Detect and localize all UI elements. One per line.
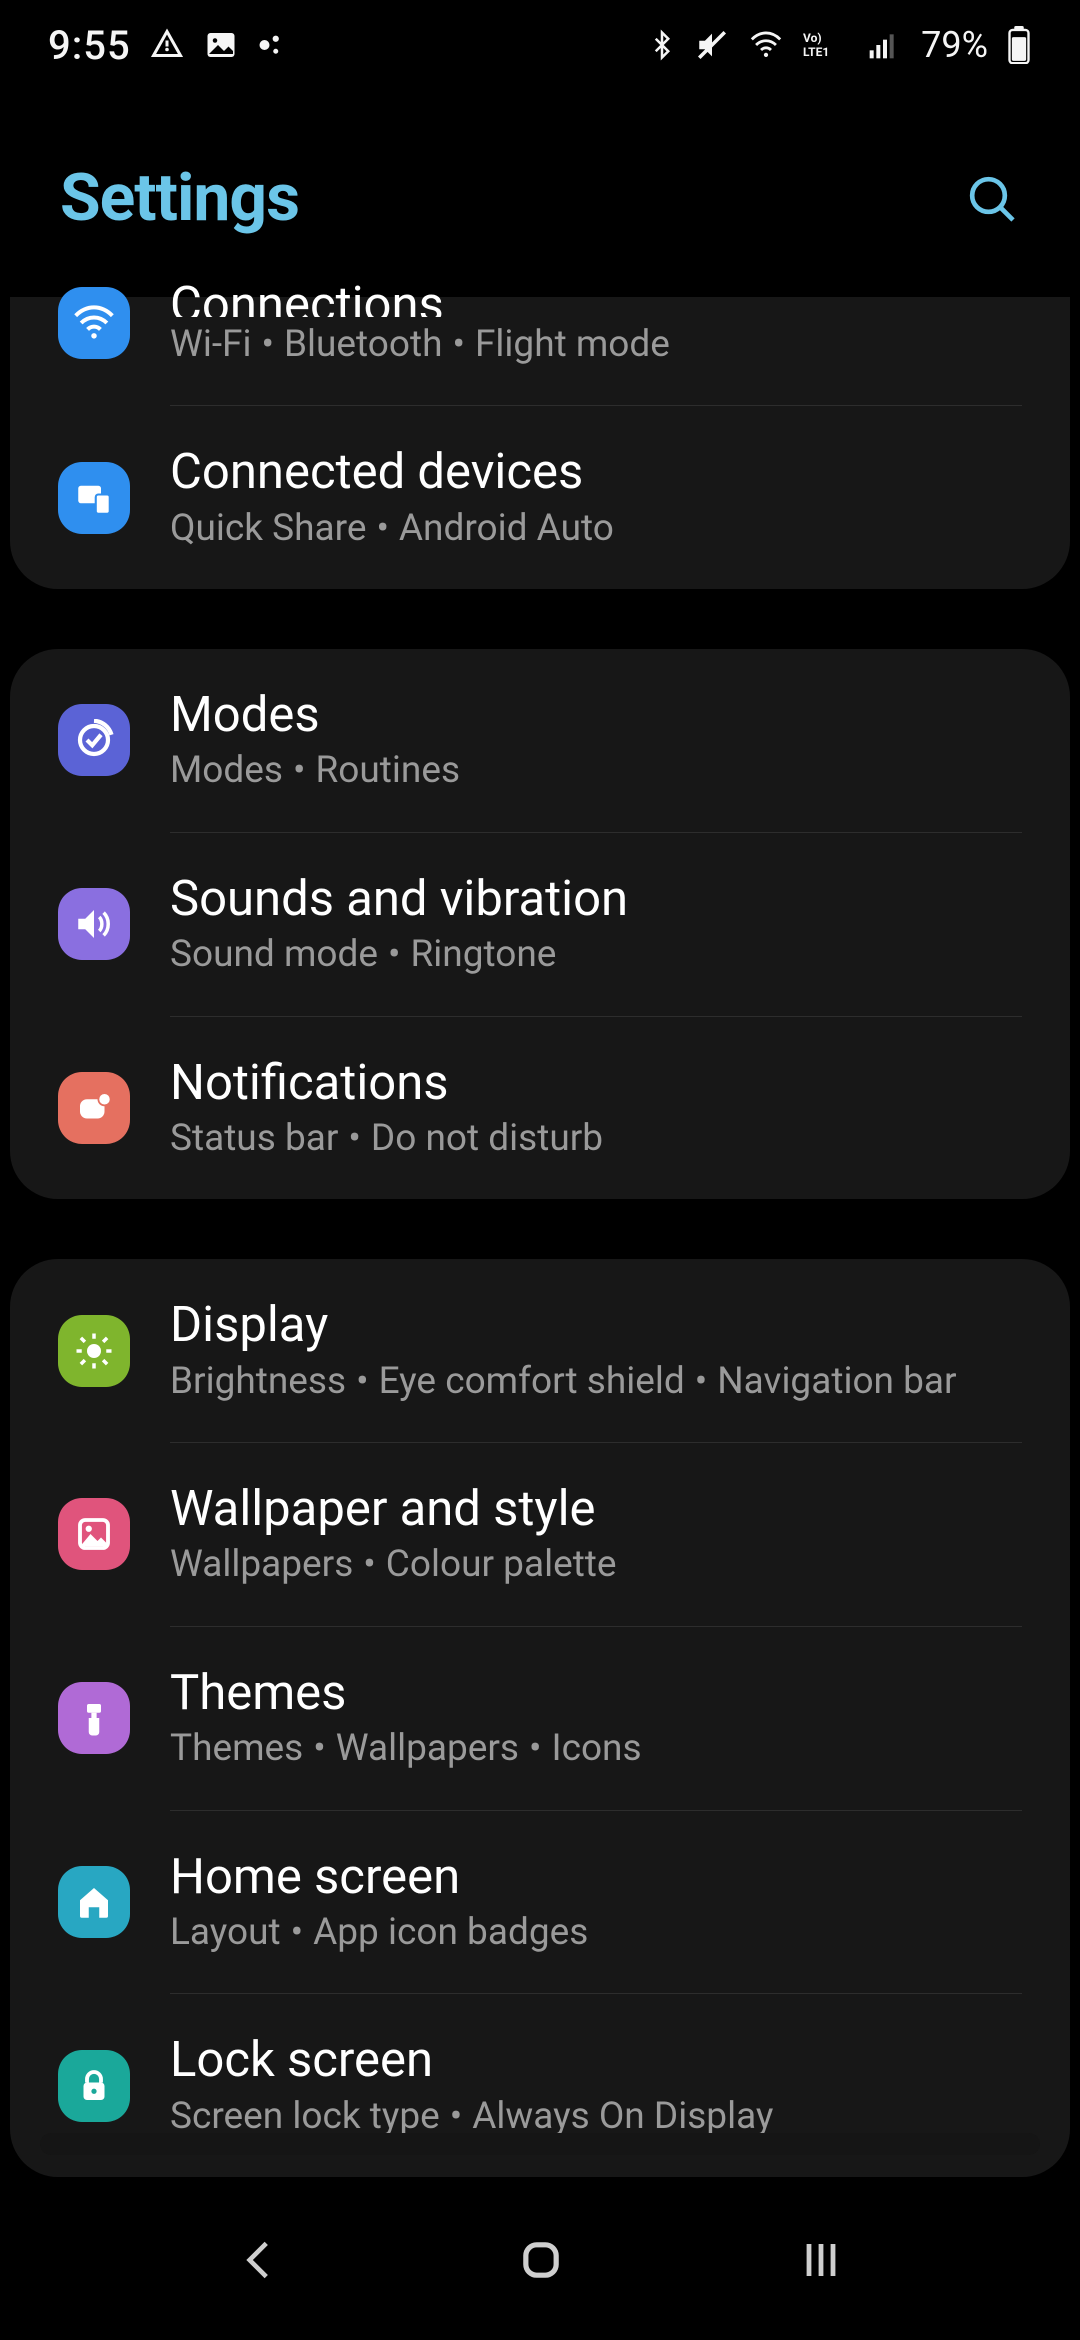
bluetooth-icon <box>647 28 677 62</box>
item-subtitle: Status bar•Do not disturb <box>170 1117 1022 1161</box>
scroll-indicator <box>40 2133 1040 2155</box>
item-subtitle: Wallpapers•Colour palette <box>170 1543 1022 1587</box>
sound-icon <box>58 888 130 960</box>
settings-item-home-screen[interactable]: Home screen Layout•App icon badges <box>10 1811 1070 1994</box>
item-title: Sounds and vibration <box>170 871 1022 927</box>
item-title: Modes <box>170 687 1022 743</box>
item-title: Display <box>170 1297 1022 1353</box>
status-bar: 9:55 Vo)LTE1 79% <box>0 0 1080 90</box>
themes-icon <box>58 1682 130 1754</box>
settings-group: Connections Wi-Fi•Bluetooth•Flight mode … <box>10 297 1070 589</box>
signal-icon <box>867 29 899 61</box>
settings-item-modes[interactable]: Modes Modes•Routines <box>10 649 1070 832</box>
item-subtitle: Layout•App icon badges <box>170 1911 1022 1955</box>
lock-icon <box>58 2050 130 2122</box>
settings-list[interactable]: Connections Wi-Fi•Bluetooth•Flight mode … <box>0 297 1080 2177</box>
settings-item-wallpaper[interactable]: Wallpaper and style Wallpapers•Colour pa… <box>10 1443 1070 1626</box>
settings-group: Modes Modes•Routines Sounds and vibratio… <box>10 649 1070 1199</box>
settings-item-connections[interactable]: Connections Wi-Fi•Bluetooth•Flight mode <box>10 297 1070 405</box>
settings-item-themes[interactable]: Themes Themes•Wallpapers•Icons <box>10 1627 1070 1810</box>
item-title: Wallpaper and style <box>170 1481 1022 1537</box>
settings-item-sounds[interactable]: Sounds and vibration Sound mode•Ringtone <box>10 833 1070 1016</box>
item-title: Connections <box>170 277 1022 317</box>
mute-icon <box>695 28 729 62</box>
wallpaper-icon <box>58 1498 130 1570</box>
recents-button[interactable] <box>797 2236 845 2284</box>
status-time: 9:55 <box>48 22 131 69</box>
wifi-icon <box>747 28 785 62</box>
svg-text:Vo): Vo) <box>803 31 822 45</box>
wifi-icon <box>58 287 130 359</box>
item-title: Home screen <box>170 1849 1022 1905</box>
home-button[interactable] <box>515 2234 567 2286</box>
settings-header: Settings <box>0 90 1080 297</box>
devices-icon <box>58 462 130 534</box>
item-subtitle: Wi-Fi•Bluetooth•Flight mode <box>170 323 1022 367</box>
back-button[interactable] <box>235 2235 285 2285</box>
item-subtitle: Quick Share•Android Auto <box>170 507 1022 551</box>
page-title: Settings <box>60 160 299 237</box>
item-title: Lock screen <box>170 2032 1022 2088</box>
battery-percent: 79% <box>921 24 988 66</box>
settings-item-connected-devices[interactable]: Connected devices Quick Share•Android Au… <box>10 406 1070 589</box>
image-icon <box>203 27 239 63</box>
item-subtitle: Brightness•Eye comfort shield•Navigation… <box>170 1360 1022 1404</box>
brightness-icon <box>58 1315 130 1387</box>
svg-text:LTE1: LTE1 <box>803 45 829 59</box>
home-icon <box>58 1866 130 1938</box>
volte-icon: Vo)LTE1 <box>803 28 849 62</box>
dots-icon <box>257 30 287 60</box>
item-title: Themes <box>170 1665 1022 1721</box>
battery-icon <box>1006 26 1032 64</box>
alert-triangle-icon <box>149 27 185 63</box>
item-subtitle: Modes•Routines <box>170 749 1022 793</box>
settings-item-display[interactable]: Display Brightness•Eye comfort shield•Na… <box>10 1259 1070 1442</box>
settings-group: Display Brightness•Eye comfort shield•Na… <box>10 1259 1070 2177</box>
item-title: Notifications <box>170 1055 1022 1111</box>
settings-item-notifications[interactable]: Notifications Status bar•Do not disturb <box>10 1017 1070 1200</box>
item-subtitle: Sound mode•Ringtone <box>170 933 1022 977</box>
item-subtitle: Themes•Wallpapers•Icons <box>170 1727 1022 1771</box>
item-title: Connected devices <box>170 444 1022 500</box>
modes-icon <box>58 704 130 776</box>
notifications-icon <box>58 1072 130 1144</box>
navigation-bar <box>0 2180 1080 2340</box>
search-button[interactable] <box>964 171 1020 227</box>
